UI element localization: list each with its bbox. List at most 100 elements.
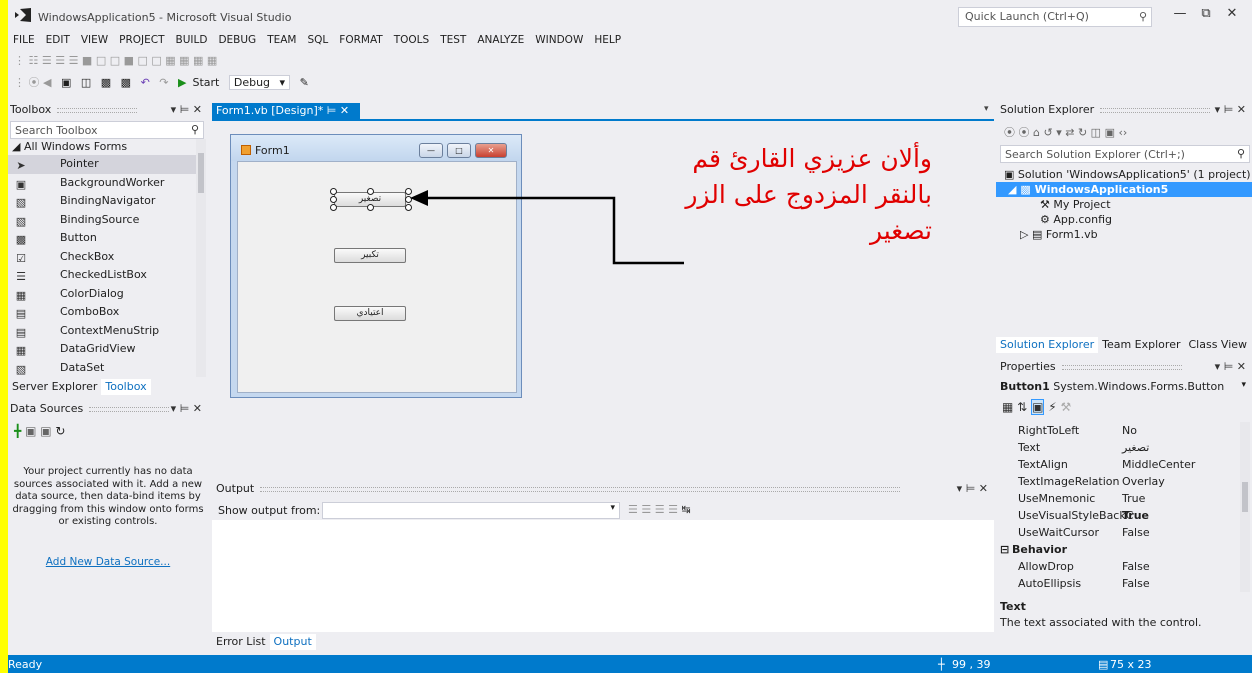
button-normal[interactable]: اعتيادي (334, 306, 406, 321)
property-row-righttoleft[interactable]: RightToLeft No (996, 422, 1240, 439)
object-selector[interactable]: Button1 System.Windows.Forms.Button ▾ (1000, 380, 1250, 398)
property-value[interactable]: Overlay (1122, 473, 1165, 490)
pin-icon[interactable]: ▾ ⊨ ✕ (171, 402, 202, 415)
output-source-dropdown[interactable]: ▾ (322, 502, 620, 519)
tab-class-view[interactable]: Class View (1184, 337, 1251, 353)
resize-handle[interactable] (330, 204, 337, 211)
toolbox-item-datagridview[interactable]: ▦ DataGridView (8, 340, 196, 359)
property-category-behavior[interactable]: ⊟ Behavior (996, 541, 1240, 558)
button-enlarge[interactable]: تكبير (334, 248, 406, 263)
menu-debug[interactable]: DEBUG (213, 33, 262, 46)
property-row-allowdrop[interactable]: AllowDrop False (996, 558, 1240, 575)
property-value[interactable]: تصغير (1122, 439, 1149, 456)
scrollbar-thumb[interactable] (1242, 482, 1248, 512)
menu-edit[interactable]: EDIT (41, 33, 76, 46)
minimize-button[interactable]: — (1168, 6, 1192, 26)
save-icon[interactable]: ▩ (101, 76, 111, 89)
menu-sql[interactable]: SQL (303, 33, 335, 46)
tab-form1-design[interactable]: Form1.vb [Design]* ⊨ ✕ (212, 103, 360, 119)
property-row-textalign[interactable]: TextAlign MiddleCenter (996, 456, 1240, 473)
output-text-area[interactable] (212, 520, 994, 632)
menu-file[interactable]: FILE (8, 33, 41, 46)
property-value[interactable]: False (1122, 558, 1150, 575)
toolbox-scrollbar[interactable] (196, 139, 206, 377)
property-value[interactable]: False (1122, 524, 1150, 541)
pin-icon[interactable]: ▾ ⊨ ✕ (1215, 360, 1246, 373)
collapse-icon[interactable]: ⊟ (1000, 541, 1009, 558)
open-icon[interactable]: ◫ (81, 76, 91, 89)
clear-all-icon[interactable]: ☰ (668, 503, 678, 516)
form-minimize-button[interactable]: — (419, 143, 443, 158)
property-value[interactable]: No (1122, 422, 1137, 439)
toolbox-item-colordialog[interactable]: ▦ ColorDialog (8, 285, 196, 304)
align-icon[interactable]: ⋮ ☷ ☰ ☰ ☰ ■ □ □ ■ □ □ ▦ ▦ ▦ ▦ (14, 54, 217, 67)
tree-item-project[interactable]: ◢ ▩ WindowsApplication5 (996, 182, 1252, 197)
menu-test[interactable]: TEST (435, 33, 472, 46)
menu-build[interactable]: BUILD (171, 33, 214, 46)
menu-format[interactable]: FORMAT (334, 33, 388, 46)
property-row-text[interactable]: Text تصغير (996, 439, 1240, 456)
toolbox-search-input[interactable]: Search Toolbox ⚲ (10, 121, 204, 139)
start-icon[interactable]: ▶ (178, 76, 186, 89)
events-icon[interactable]: ⚡ (1048, 400, 1056, 414)
solution-search-input[interactable]: Search Solution Explorer (Ctrl+;) ⚲ (1000, 145, 1250, 163)
alphabetical-icon[interactable]: ⇅ (1017, 400, 1027, 414)
configure-icon[interactable]: ▣ (40, 424, 51, 438)
tab-output[interactable]: Output (269, 634, 316, 650)
tree-item-form1[interactable]: ▷ ▤ Form1.vb (996, 227, 1252, 242)
close-tab-icon[interactable]: ✕ (340, 104, 349, 117)
tree-item-my-project[interactable]: ⚒ My Project (996, 197, 1252, 212)
toolbox-item-dataset[interactable]: ▧ DataSet (8, 359, 196, 378)
undo-icon[interactable]: ↶ (141, 76, 150, 89)
menu-team[interactable]: TEAM (262, 33, 302, 46)
menu-view[interactable]: VIEW (76, 33, 114, 46)
redo-icon[interactable]: ↷ (159, 76, 168, 89)
property-row-usemnemonic[interactable]: UseMnemonic True (996, 490, 1240, 507)
menu-help[interactable]: HELP (589, 33, 627, 46)
forward-icon[interactable]: ⦿ (1019, 126, 1030, 139)
tree-item-app-config[interactable]: ⚙ App.config (996, 212, 1252, 227)
property-value[interactable]: MiddleCenter (1122, 456, 1195, 473)
word-wrap-icon[interactable]: ↹ (682, 503, 691, 516)
menu-project[interactable]: PROJECT (114, 33, 170, 46)
resize-handle[interactable] (367, 204, 374, 211)
back-icon[interactable]: ⦿ (1004, 126, 1015, 139)
prev-message-icon[interactable]: ☰ (641, 503, 651, 516)
find-message-icon[interactable]: ☰ (628, 503, 638, 516)
resize-handle[interactable] (330, 196, 337, 203)
form-close-button[interactable]: ✕ (475, 143, 507, 158)
save-all-icon[interactable]: ▩ (121, 76, 131, 89)
tab-error-list[interactable]: Error List (212, 634, 270, 650)
refresh-icon[interactable]: ↻ (55, 424, 65, 438)
toolbox-item-checkedlistbox[interactable]: ☰ CheckedListBox (8, 266, 196, 285)
pin-icon[interactable]: ▾ ⊨ ✕ (957, 482, 988, 495)
categorized-icon[interactable]: ▦ (1002, 400, 1013, 414)
tab-toolbox[interactable]: Toolbox (101, 379, 151, 395)
start-button-label[interactable]: Start (192, 76, 219, 89)
toolbox-item-bindingnavigator[interactable]: ▧ BindingNavigator (8, 192, 196, 211)
toolbox-item-bindingsource[interactable]: ▧ BindingSource (8, 211, 196, 230)
restore-button[interactable]: ⧉ (1194, 6, 1218, 26)
menu-window[interactable]: WINDOW (530, 33, 589, 46)
code-icon[interactable]: ‹› (1118, 126, 1127, 139)
refresh-icon[interactable]: ↻ (1078, 126, 1087, 139)
next-message-icon[interactable]: ☰ (655, 503, 665, 516)
property-row-usewaitcursor[interactable]: UseWaitCursor False (996, 524, 1240, 541)
form-maximize-button[interactable]: □ (447, 143, 471, 158)
configuration-dropdown[interactable]: Debug ▾ (228, 75, 291, 90)
menu-analyze[interactable]: ANALYZE (472, 33, 530, 46)
property-value[interactable]: True (1122, 507, 1149, 524)
toolbox-item-pointer[interactable]: ➤ Pointer (8, 155, 196, 174)
back-icon[interactable]: ⋮ ⦿ ◀ (14, 74, 51, 90)
pin-icon[interactable]: ▾ ⊨ ✕ (171, 103, 202, 116)
toolbox-item-checkbox[interactable]: ☑ CheckBox (8, 248, 196, 267)
edit-dataset-icon[interactable]: ▣ (25, 424, 36, 438)
add-new-data-source-link[interactable]: Add New Data Source... (8, 556, 208, 568)
properties-scrollbar[interactable] (1240, 422, 1250, 592)
scrollbar-thumb[interactable] (198, 153, 204, 193)
sync-icon[interactable]: ⇄ (1065, 126, 1074, 139)
toolbox-item-contextmenustrip[interactable]: ▤ ContextMenuStrip (8, 322, 196, 341)
home-icon[interactable]: ⌂ (1033, 126, 1040, 139)
toolbox-item-backgroundworker[interactable]: ▣ BackgroundWorker (8, 174, 196, 193)
property-row-usevisualstylebackcolor[interactable]: UseVisualStyleBackC True (996, 507, 1240, 524)
